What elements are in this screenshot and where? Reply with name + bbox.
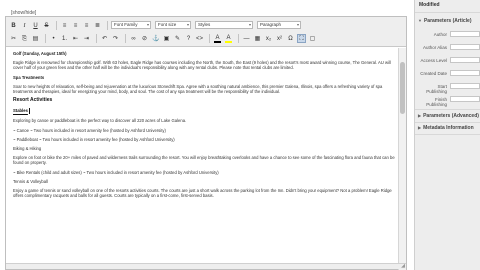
italic-icon[interactable]: I <box>20 21 29 30</box>
canoe-paragraph: ~ Canoe ~ Two hours included in resort a… <box>13 127 166 133</box>
align-left-icon[interactable]: ≡ <box>60 21 69 30</box>
editor-statusbar: ◢ <box>6 263 406 269</box>
field-label-author: Author <box>433 32 447 37</box>
bike-rentals-paragraph: ~ Bike Rentals (child and adult sizes) ~… <box>13 169 219 175</box>
author-alias-input[interactable] <box>450 44 480 50</box>
toolbar-separator <box>45 33 46 43</box>
redo-icon[interactable]: ↷ <box>111 34 120 43</box>
editor-toolbar: B I U S ≡ ≡ ≡ ≣ Font Family ▾ Font size ▾ … <box>6 17 406 47</box>
scrollbar-thumb[interactable] <box>400 62 405 114</box>
golf-paragraph: Eagle Ridge is renowned for championship… <box>13 60 391 71</box>
hr-icon[interactable]: — <box>242 34 251 43</box>
unlink-icon[interactable]: ⊘ <box>140 34 149 43</box>
font-size-select[interactable]: Font size ▾ <box>155 21 191 29</box>
section-parameters-advanced[interactable]: ▶ Parameters (Advanced) <box>418 113 479 119</box>
section-parameters-article[interactable]: ▼ Parameters (Article) <box>418 18 472 24</box>
format-select[interactable]: Paragraph ▾ <box>257 21 301 29</box>
justify-icon[interactable]: ≣ <box>93 21 102 30</box>
expanded-triangle-icon: ▼ <box>418 18 422 23</box>
font-family-select[interactable]: Font Family ▾ <box>111 21 151 29</box>
access-level-select[interactable] <box>450 57 480 63</box>
section-metadata[interactable]: ▶ Metadata Information <box>418 125 474 131</box>
article-editor: [show/hide] B I U S ≡ ≡ ≡ ≣ Font Family ▾… <box>0 0 408 270</box>
params-sidebar: Modified ▼ Parameters (Article) Author Au… <box>414 0 480 270</box>
finish-publishing-input[interactable] <box>450 96 480 102</box>
subscript-icon[interactable]: x₂ <box>264 34 273 43</box>
fullscreen-icon[interactable]: ⛶ <box>297 33 306 43</box>
field-label-start-publishing: Start Publishing <box>426 84 447 94</box>
golf-heading: Golf (Sunday, August 15th) <box>13 51 67 56</box>
toolbar-separator <box>56 20 57 30</box>
collapsed-triangle-icon: ▶ <box>418 125 422 130</box>
toolbar-separator <box>125 33 126 43</box>
stables-heading: Stables <box>13 108 28 114</box>
numbered-list-icon[interactable]: 1. <box>60 34 69 43</box>
toolbar-separator <box>209 33 210 43</box>
sidebar-divider <box>415 109 480 110</box>
superscript-icon[interactable]: x² <box>275 34 284 43</box>
link-icon[interactable]: ∞ <box>129 34 138 43</box>
highlight-icon[interactable]: A <box>224 34 233 43</box>
table-icon[interactable]: ▦ <box>253 34 262 43</box>
field-label-author-alias: Author Alias <box>422 45 447 50</box>
tennis-heading: Tennis & Volleyball <box>13 178 48 184</box>
resize-grip-icon[interactable]: ◢ <box>401 263 405 269</box>
toolbar-separator <box>96 33 97 43</box>
cut-icon[interactable]: ✂ <box>9 34 18 43</box>
sidebar-divider <box>415 134 480 135</box>
field-label-created-date: Created Date <box>420 71 447 76</box>
image-icon[interactable]: ▣ <box>162 34 171 43</box>
undo-icon[interactable]: ↶ <box>100 34 109 43</box>
copy-icon[interactable]: ⎘ <box>20 34 29 43</box>
paste-icon[interactable]: ▤ <box>31 34 40 43</box>
strikethrough-icon[interactable]: S <box>42 21 51 30</box>
editor-frame: B I U S ≡ ≡ ≡ ≣ Font Family ▾ Font size ▾ … <box>5 16 407 270</box>
start-publishing-input[interactable] <box>450 83 480 89</box>
outdent-icon[interactable]: ⇤ <box>71 34 80 43</box>
created-date-input[interactable] <box>450 70 480 76</box>
toolbar-row-1: B I U S ≡ ≡ ≡ ≣ Font Family ▾ Font size ▾ … <box>9 20 305 30</box>
spa-paragraph: Soar to new heights of relaxation, self-… <box>13 83 383 95</box>
paddleboat-paragraph: ~ Paddleboat ~ Two hours included in res… <box>13 136 175 142</box>
field-label-finish-publishing: Finish Publishing <box>426 97 447 107</box>
code-icon[interactable]: <> <box>195 34 204 43</box>
toolbar-separator <box>238 33 239 43</box>
editor-scrollbar[interactable] <box>398 48 406 270</box>
stables-paragraph: Exploring by canoe or paddleboat is the … <box>13 118 187 124</box>
biking-paragraph: Explore on foot or bike the 20+ miles of… <box>13 155 395 166</box>
stables-heading-line: Stables <box>13 108 398 115</box>
styles-select[interactable]: Styles ▾ <box>195 21 253 29</box>
font-color-icon[interactable]: A <box>213 34 222 43</box>
toolbar-separator <box>107 20 108 30</box>
resort-activities-heading: Resort Activities <box>13 97 53 104</box>
field-label-access-level: Access Level <box>420 58 447 63</box>
collapsed-triangle-icon: ▶ <box>418 113 422 118</box>
underline-icon[interactable]: U <box>31 21 40 30</box>
cleanup-icon[interactable]: ✎ <box>173 34 182 43</box>
align-center-icon[interactable]: ≡ <box>71 21 80 30</box>
bullet-list-icon[interactable]: • <box>49 34 58 43</box>
sidebar-divider <box>415 12 480 13</box>
align-right-icon[interactable]: ≡ <box>82 21 91 30</box>
bold-icon[interactable]: B <box>9 21 18 30</box>
visual-aid-icon[interactable]: ▢ <box>308 34 317 43</box>
special-char-icon[interactable]: Ω <box>286 34 295 43</box>
sidebar-divider <box>415 122 480 123</box>
author-input[interactable] <box>450 31 480 37</box>
toolbar-row-2: ✂ ⎘ ▤ • 1. ⇤ ⇥ ↶ ↷ ∞ ⊘ ⚓ ▣ ✎ ? <> A A — … <box>9 33 319 43</box>
editor-content[interactable]: Golf (Sunday, August 15th) Eagle Ridge i… <box>13 51 398 270</box>
spa-heading: Spa Treatments <box>13 74 45 80</box>
biking-heading: Biking & Hiking <box>13 146 42 152</box>
anchor-icon[interactable]: ⚓ <box>151 34 160 43</box>
indent-icon[interactable]: ⇥ <box>82 34 91 43</box>
tennis-paragraph: Enjoy a game of tennis or sand volleybal… <box>13 188 392 199</box>
text-cursor <box>28 108 30 115</box>
sidebar-title: Modified <box>419 2 440 8</box>
help-icon[interactable]: ? <box>184 34 193 43</box>
